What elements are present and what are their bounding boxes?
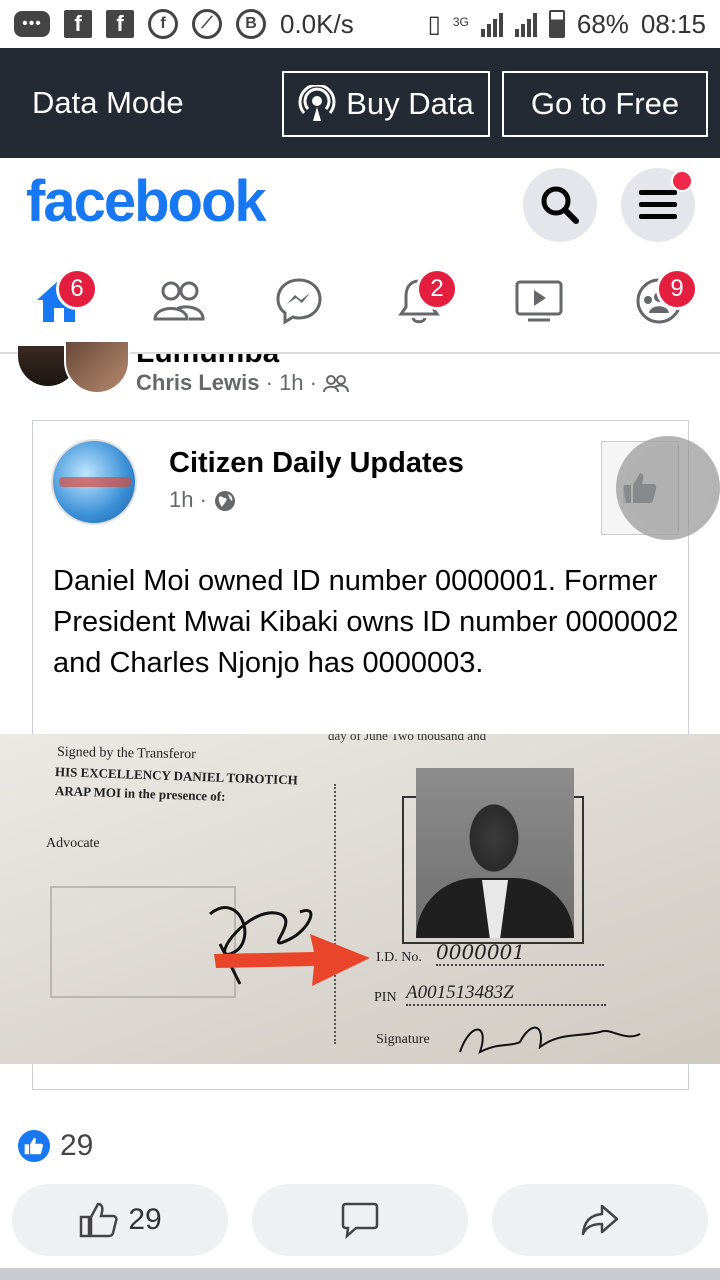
photo-signed-by: Signed by the Transferor bbox=[56, 744, 196, 763]
globe-icon bbox=[215, 491, 236, 512]
groups-badge: 9 bbox=[656, 268, 698, 310]
go-to-free-button[interactable]: Go to Free bbox=[502, 71, 708, 137]
battery-icon bbox=[548, 10, 565, 38]
thumbs-up-outline-icon bbox=[80, 1202, 118, 1238]
reaction-count: 29 bbox=[60, 1129, 94, 1162]
photo-id-value: 0000001 bbox=[436, 940, 604, 966]
page-name[interactable]: Citizen Daily Updates bbox=[169, 447, 464, 480]
message-notification-icon: ••• bbox=[14, 11, 50, 37]
hamburger-menu-icon bbox=[639, 190, 677, 219]
search-button[interactable] bbox=[523, 168, 597, 242]
share-icon bbox=[581, 1204, 619, 1236]
vibrate-icon: ▯ bbox=[427, 10, 441, 38]
moi-signature bbox=[459, 1026, 641, 1054]
buy-data-label: Buy Data bbox=[346, 86, 474, 121]
clock: 08:15 bbox=[640, 8, 706, 39]
thumbs-up-small-icon bbox=[24, 1137, 44, 1155]
facebook-logo[interactable]: facebook bbox=[26, 168, 267, 235]
photo-name-line2: ARAP MOI in the presence of: bbox=[54, 783, 226, 804]
signal-icon bbox=[480, 11, 503, 37]
post-divider bbox=[0, 1268, 720, 1280]
network-type: 3G bbox=[452, 14, 469, 29]
photo-signature-label: Signature bbox=[376, 1032, 430, 1047]
nav-tabs: 6 2 9 bbox=[0, 248, 720, 354]
tab-groups[interactable]: 9 bbox=[614, 266, 704, 336]
data-mode-title: Data Mode bbox=[32, 85, 184, 120]
photo-top-line: day of June Two thousand and bbox=[328, 734, 487, 743]
menu-notification-dot bbox=[671, 170, 693, 192]
post-header: Lumumba Chris Lewis · 1h · bbox=[0, 340, 720, 410]
home-badge: 6 bbox=[56, 268, 98, 310]
go-to-free-label: Go to Free bbox=[530, 86, 680, 121]
tab-watch[interactable] bbox=[494, 266, 584, 336]
shared-post-time[interactable]: 1h bbox=[169, 487, 193, 512]
battery-percent: 68% bbox=[576, 8, 629, 39]
tab-friends[interactable] bbox=[134, 266, 224, 336]
post-text: Daniel Moi owned ID number 0000001. Form… bbox=[53, 565, 679, 679]
friends-audience-icon bbox=[323, 375, 350, 393]
net-speed: 0.0K/s bbox=[280, 8, 354, 39]
comment-icon bbox=[341, 1202, 379, 1240]
meta-separator-3: · bbox=[199, 487, 214, 512]
avatar-2[interactable] bbox=[64, 340, 130, 394]
touch-indicator bbox=[616, 436, 720, 540]
author-line: Chris Lewis · 1h · bbox=[136, 370, 350, 396]
comment-button[interactable] bbox=[252, 1184, 468, 1256]
reactions-summary[interactable]: 29 bbox=[16, 1128, 93, 1164]
page-meta: 1h · bbox=[169, 487, 237, 513]
share-button[interactable] bbox=[492, 1184, 708, 1256]
like-button[interactable]: 29 bbox=[12, 1184, 228, 1256]
video-icon bbox=[515, 280, 563, 322]
tab-messenger[interactable] bbox=[254, 266, 344, 336]
photo-id-label: I.D. No. bbox=[376, 950, 422, 965]
like-reaction-icon bbox=[16, 1128, 52, 1164]
signal-icon-2 bbox=[514, 11, 537, 37]
data-mode-bar: Data Mode Buy Data Go to Free bbox=[0, 48, 720, 158]
tab-home[interactable]: 6 bbox=[14, 266, 104, 336]
facebook-notification-icon-2: f bbox=[106, 10, 134, 38]
author-name[interactable]: Chris Lewis bbox=[136, 370, 259, 395]
meta-separator: · bbox=[265, 370, 280, 395]
app-header: facebook bbox=[0, 158, 720, 248]
photo-pin-value: A001513483Z bbox=[406, 982, 606, 1006]
post-actions: 29 bbox=[0, 1184, 720, 1256]
meta-separator-2: · bbox=[309, 370, 324, 395]
facebook-round-icon: f bbox=[148, 9, 178, 39]
status-bar: ••• f f f ⟋ B 0.0K/s ▯ 3G 68% 08:15 bbox=[0, 0, 720, 48]
page-avatar[interactable] bbox=[51, 439, 137, 525]
bitcoin-icon: B bbox=[236, 9, 266, 39]
portrait bbox=[416, 768, 574, 938]
photo-pin-label: PIN bbox=[374, 990, 397, 1005]
tab-notifications[interactable]: 2 bbox=[374, 266, 464, 336]
like-count: 29 bbox=[128, 1203, 162, 1236]
menu-button[interactable] bbox=[621, 168, 695, 242]
photo-advocate: Advocate bbox=[46, 836, 100, 851]
buy-data-button[interactable]: Buy Data bbox=[282, 71, 490, 137]
messenger-icon bbox=[276, 278, 322, 325]
compass-icon: ⟋ bbox=[192, 9, 222, 39]
post-time[interactable]: 1h bbox=[279, 370, 303, 395]
notifications-badge: 2 bbox=[416, 268, 458, 310]
facebook-notification-icon: f bbox=[64, 10, 92, 38]
post-photo[interactable]: day of June Two thousand and Signed by t… bbox=[0, 734, 720, 1064]
friends-icon bbox=[153, 281, 205, 321]
red-arrow-icon bbox=[214, 934, 370, 986]
search-icon bbox=[541, 186, 579, 224]
broadcast-icon bbox=[298, 85, 336, 121]
